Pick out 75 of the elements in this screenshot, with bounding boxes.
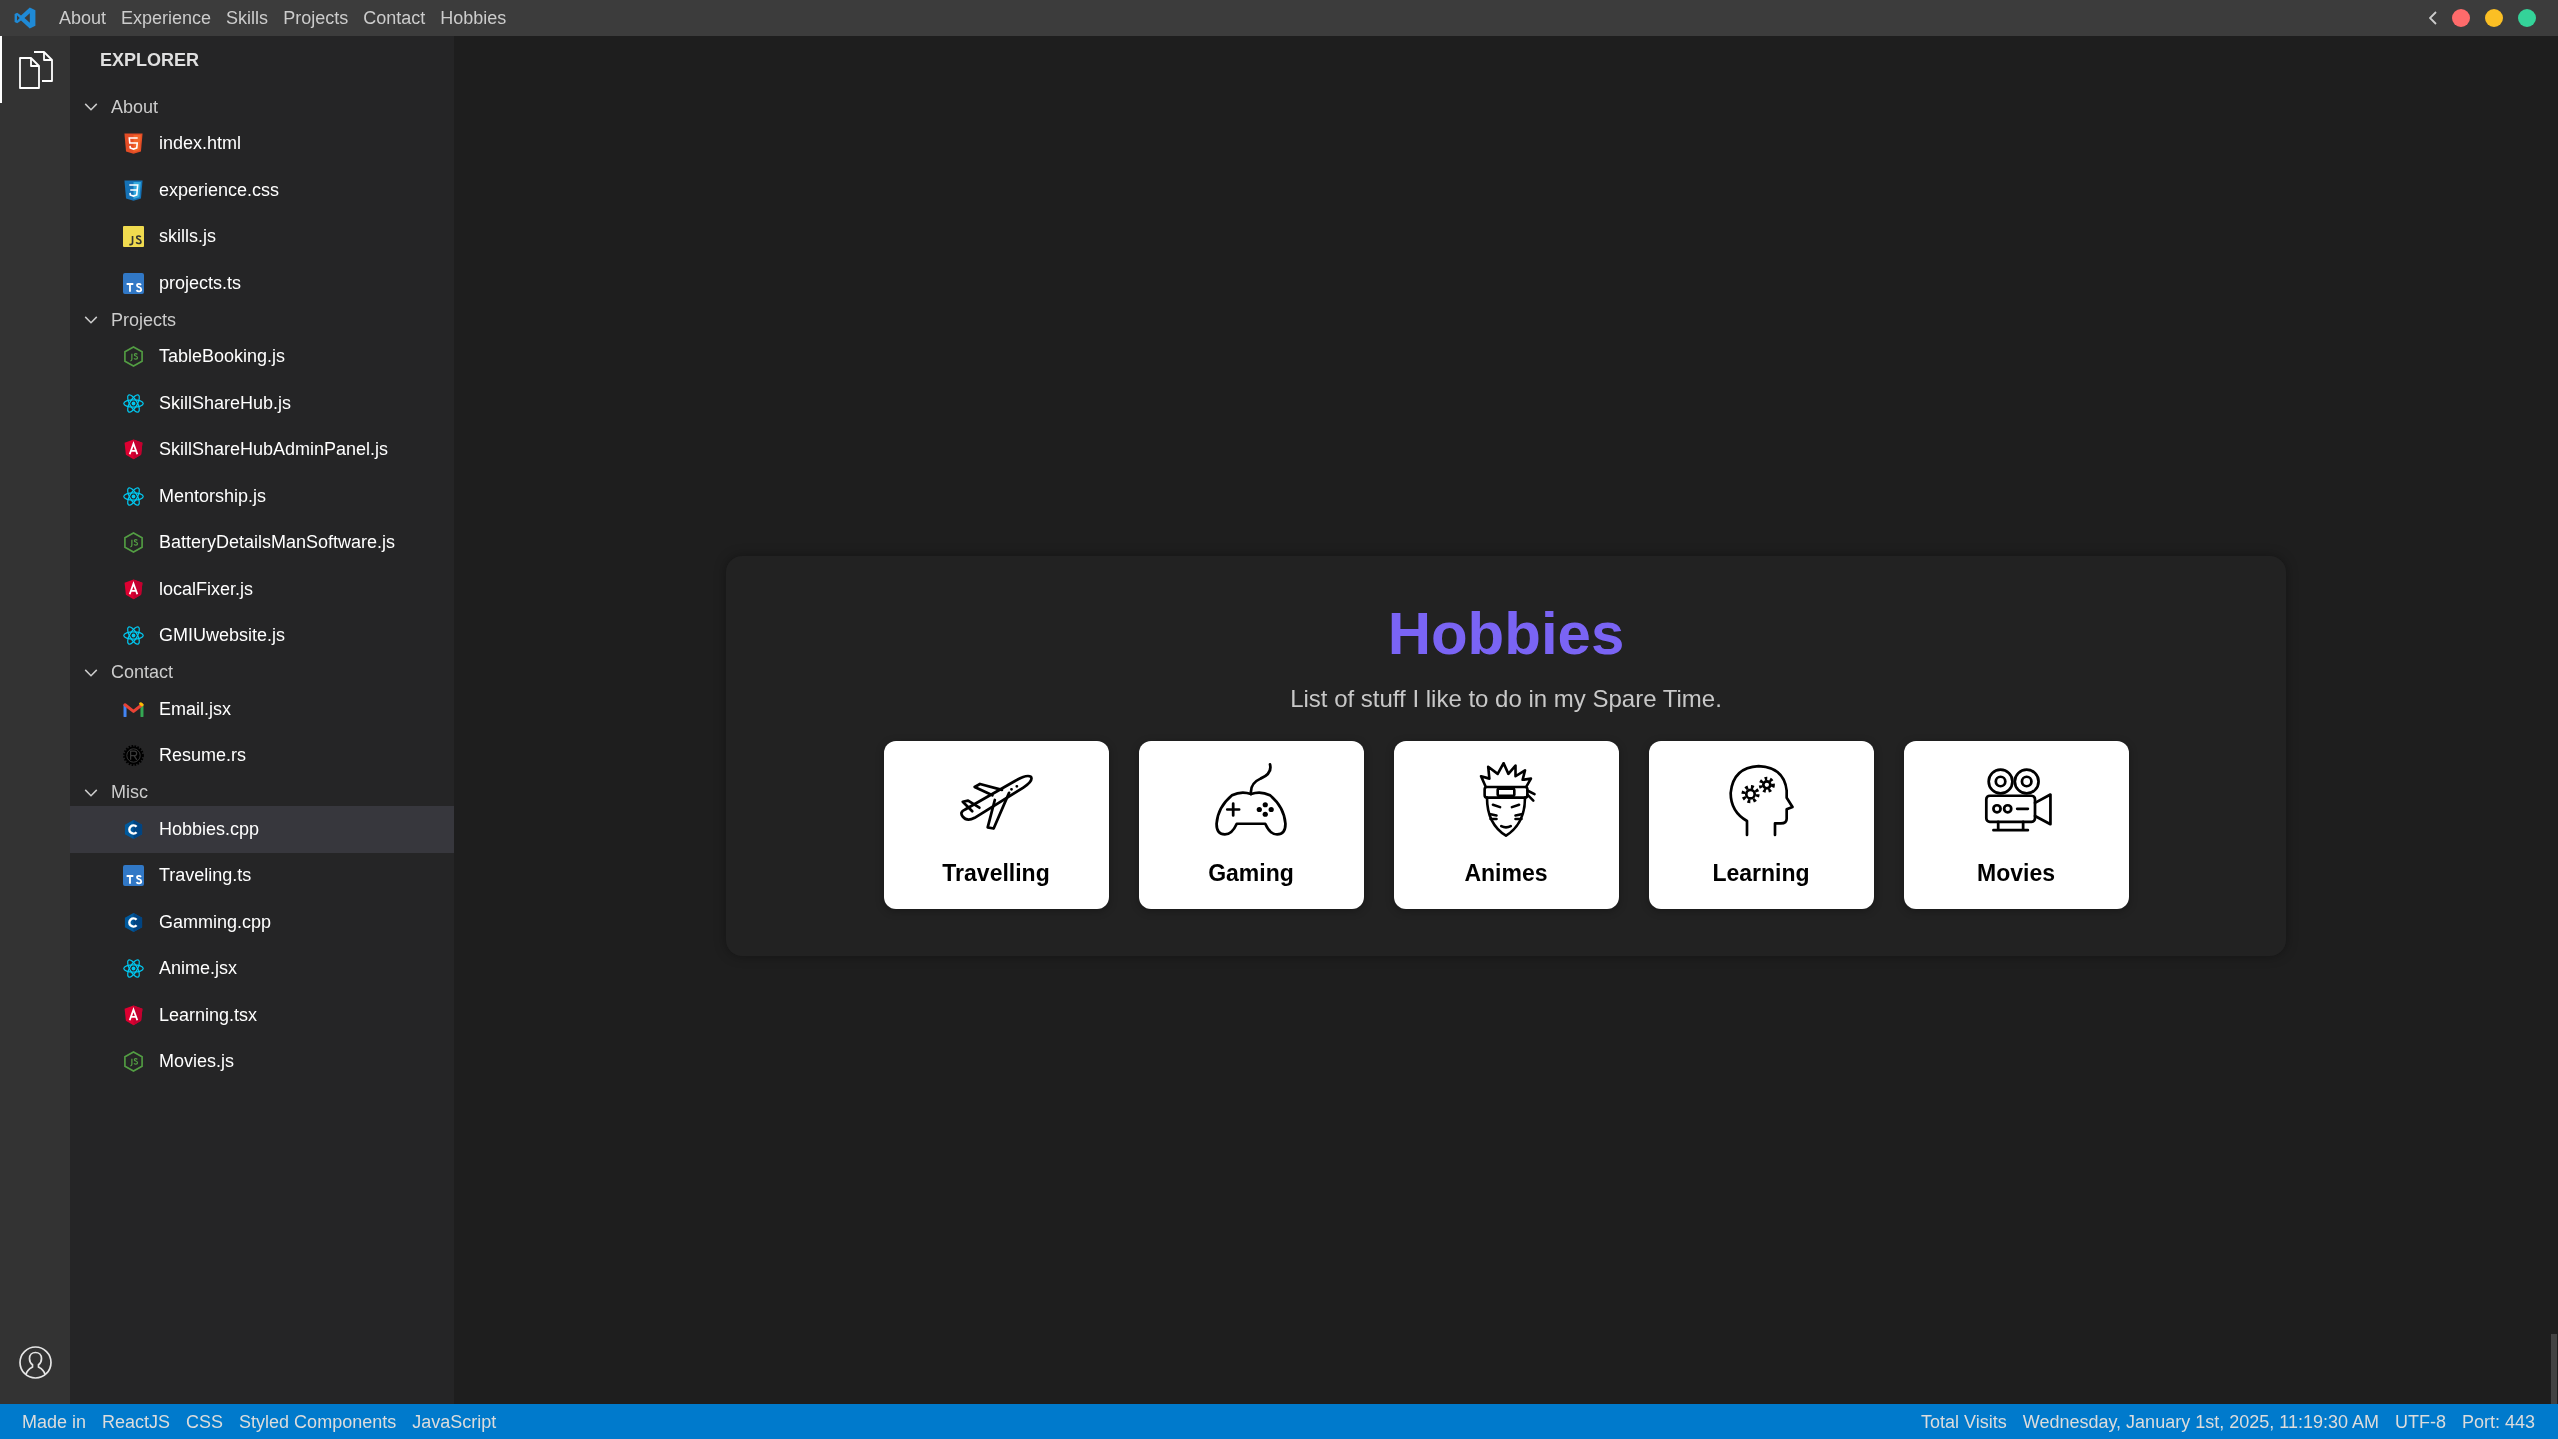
file-item[interactable]: Anime.jsx — [70, 945, 454, 992]
file-item[interactable]: Mentorship.js — [70, 473, 454, 520]
folder-item[interactable]: Projects — [70, 306, 454, 334]
atom-icon — [123, 958, 144, 980]
hobby-card[interactable]: Travelling — [883, 741, 1109, 909]
hexagon-js-icon — [123, 1051, 144, 1073]
file-item[interactable]: Learning.tsx — [70, 992, 454, 1039]
ts-file-icon — [123, 865, 144, 887]
folder-item[interactable]: Contact — [70, 659, 454, 686]
explorer-title: EXPLORER — [100, 49, 201, 72]
atom-icon — [123, 625, 144, 647]
hobby-card[interactable]: Animes — [1393, 741, 1619, 909]
file-item[interactable]: Gamming.cpp — [70, 899, 454, 946]
file-item[interactable]: skills.js — [70, 213, 454, 260]
ts-file-icon — [123, 272, 144, 294]
file-item[interactable]: Traveling.ts — [70, 852, 454, 899]
hobby-card[interactable]: Movies — [1903, 741, 2129, 909]
hexagon-c-icon — [123, 818, 144, 840]
atom-icon — [123, 485, 144, 507]
status-item: UTF-8 — [2394, 1410, 2446, 1433]
status-item: ReactJS — [102, 1410, 171, 1433]
file-item[interactable]: TableBooking.js — [70, 333, 454, 380]
menu-item[interactable]: Experience — [121, 7, 212, 29]
shield-a-icon — [124, 1004, 143, 1026]
menu-item[interactable]: Hobbies — [440, 7, 507, 29]
html-file-icon — [123, 133, 144, 155]
status-item: Total Visits — [1921, 1410, 2007, 1433]
atom-icon — [123, 392, 144, 414]
hobby-card[interactable]: Learning — [1648, 741, 1874, 909]
file-item[interactable]: experience.css — [70, 167, 454, 214]
file-item[interactable]: index.html — [70, 120, 454, 167]
hexagon-js-icon — [123, 346, 144, 368]
shield-a-icon — [124, 578, 143, 600]
shield-a-icon — [124, 439, 143, 461]
head-gears-icon — [1726, 762, 1796, 838]
menu-item[interactable]: Projects — [283, 7, 349, 29]
menu-item[interactable]: About — [59, 7, 107, 29]
folder-item[interactable]: About — [70, 93, 454, 121]
file-item[interactable]: BatteryDetailsManSoftware.js — [70, 519, 454, 566]
game-controller-icon — [1213, 762, 1289, 838]
hobby-card[interactable]: Gaming — [1138, 741, 1364, 909]
mail-icon — [123, 701, 144, 718]
css-file-icon — [123, 179, 144, 201]
chevron-left-icon[interactable] — [2429, 11, 2437, 25]
gear-r-icon — [123, 745, 144, 767]
file-item[interactable]: SkillShareHub.js — [70, 380, 454, 427]
window-control-dot[interactable] — [2452, 9, 2470, 27]
hexagon-c-icon — [123, 911, 144, 933]
hexagon-js-icon — [123, 532, 144, 554]
status-item: Styled Components — [239, 1410, 397, 1433]
file-item[interactable]: GMIUwebsite.js — [70, 612, 454, 659]
code-editor-logo-icon — [14, 7, 36, 29]
status-item: CSS — [186, 1410, 224, 1433]
file-item[interactable]: Email.jsx — [70, 686, 454, 733]
section-title: Hobbies — [1387, 599, 1625, 669]
window-control-dot[interactable] — [2518, 9, 2536, 27]
window-control-dot[interactable] — [2485, 9, 2503, 27]
section-subtitle: List of stuff I like to do in my Spare Time. — [1290, 684, 1722, 713]
file-item[interactable]: projects.ts — [70, 260, 454, 307]
status-item: Port: 443 — [2461, 1410, 2535, 1433]
menu-item[interactable]: Skills — [226, 7, 269, 29]
file-item[interactable]: Movies.js — [70, 1038, 454, 1085]
file-item[interactable]: Hobbies.cpp — [70, 806, 454, 853]
scrollbar-thumb[interactable] — [2551, 1334, 2557, 1404]
status-item: Made in — [22, 1410, 87, 1433]
account-icon[interactable] — [18, 1346, 52, 1379]
menu-item[interactable]: Contact — [363, 7, 426, 29]
js-file-icon — [123, 226, 144, 248]
status-item: JavaScript — [412, 1410, 497, 1433]
file-item[interactable]: SkillShareHubAdminPanel.js — [70, 426, 454, 473]
file-item[interactable]: localFixer.js — [70, 566, 454, 613]
files-icon — [17, 50, 55, 89]
status-item: Wednesday, January 1st, 2025, 11:19:30 AM — [2022, 1410, 2379, 1433]
file-item[interactable]: Resume.rs — [70, 732, 454, 779]
folder-item[interactable]: Misc — [70, 779, 454, 806]
